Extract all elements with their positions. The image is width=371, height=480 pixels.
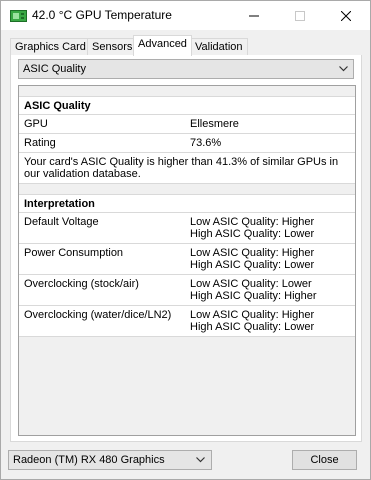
row-value: Low ASIC Quality: Higher High ASIC Quali… [190, 247, 315, 271]
tab-validation[interactable]: Validation [190, 38, 248, 55]
category-select-value: ASIC Quality [23, 63, 86, 75]
row-key: GPU [24, 118, 48, 130]
row-key: Overclocking (stock/air) [24, 278, 139, 290]
section-title: ASIC Quality [24, 100, 91, 112]
table-row-gpu: GPU Ellesmere [19, 115, 355, 134]
close-button[interactable]: Close [292, 450, 357, 470]
tab-strip: Graphics Card Sensors Advanced Validatio… [1, 30, 370, 76]
close-icon [341, 10, 351, 21]
tab-sensors[interactable]: Sensors [87, 38, 138, 55]
maximize-button[interactable] [277, 1, 323, 30]
gpuz-window: 42.0 °C GPU Temperature Graphics Card Se… [0, 0, 371, 480]
row-key: Default Voltage [24, 216, 99, 228]
gpu-card-icon [10, 10, 27, 22]
tab-graphics-card[interactable]: Graphics Card [10, 38, 91, 55]
section-header-interpretation: Interpretation [19, 194, 355, 213]
table-row-overclocking-stock: Overclocking (stock/air) Low ASIC Qualit… [19, 275, 355, 306]
table-row-overclocking-water: Overclocking (water/dice/LN2) Low ASIC Q… [19, 306, 355, 337]
maximize-icon [295, 10, 305, 21]
chevron-down-icon [339, 66, 348, 72]
table-row-power-consumption: Power Consumption Low ASIC Quality: High… [19, 244, 355, 275]
row-key: Rating [24, 137, 56, 149]
table-row-rating: Rating 73.6% [19, 134, 355, 153]
report-view[interactable]: ASIC Quality GPU Ellesmere Rating 73.6% … [18, 85, 356, 436]
asic-note-row: Your card's ASIC Quality is higher than … [19, 153, 355, 184]
window-title: 42.0 °C GPU Temperature [32, 8, 172, 22]
tab-advanced[interactable]: Advanced [133, 35, 192, 56]
row-key: Overclocking (water/dice/LN2) [24, 309, 172, 321]
asic-quality-note: Your card's ASIC Quality is higher than … [24, 156, 339, 180]
row-key: Power Consumption [24, 247, 124, 259]
close-window-button[interactable] [323, 1, 369, 30]
section-header-asic-quality: ASIC Quality [19, 96, 355, 115]
minimize-icon [249, 15, 259, 16]
minimize-button[interactable] [231, 1, 277, 30]
chevron-down-icon [196, 457, 205, 463]
title-bar[interactable]: 42.0 °C GPU Temperature [1, 1, 370, 30]
row-value: Ellesmere [190, 118, 239, 130]
gpu-select-value: Radeon (TM) RX 480 Graphics [13, 454, 165, 466]
row-value: Low ASIC Quality: Lower High ASIC Qualit… [190, 278, 317, 302]
section-title: Interpretation [24, 198, 95, 210]
table-row-default-voltage: Default Voltage Low ASIC Quality: Higher… [19, 213, 355, 244]
gpu-select[interactable]: Radeon (TM) RX 480 Graphics [8, 450, 212, 470]
row-value: 73.6% [190, 137, 222, 149]
advanced-panel: ASIC Quality ASIC Quality GPU Ellesmere … [10, 55, 362, 442]
category-select[interactable]: ASIC Quality [18, 59, 354, 79]
row-value: Low ASIC Quality: Higher High ASIC Quali… [190, 216, 315, 240]
row-value: Low ASIC Quality: Higher High ASIC Quali… [190, 309, 315, 333]
